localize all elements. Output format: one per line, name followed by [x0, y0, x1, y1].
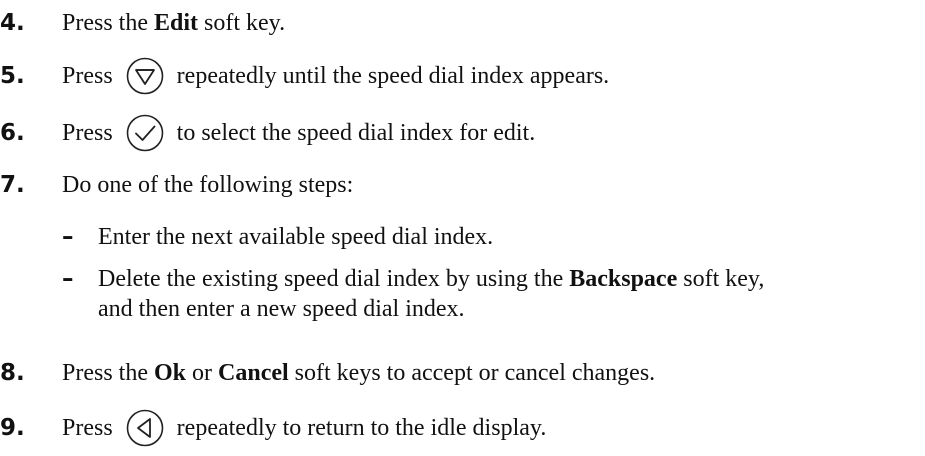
step-text-post: repeatedly until the speed dial index ap… [176, 62, 610, 89]
step-text-mid: or [186, 359, 219, 386]
step-number: 8. [0, 360, 25, 386]
step-text-post: soft key. [198, 9, 286, 36]
dash-bullet: – [62, 224, 74, 250]
substep-text-line2: and then enter a new speed dial index. [98, 296, 465, 322]
backspace-soft-key-label: Backspace [569, 266, 678, 292]
step-text-post: soft keys to accept or cancel changes. [288, 359, 656, 386]
dash-bullet: – [62, 266, 74, 292]
instruction-document: 4. Press the Edit soft key. 5. Press rep… [0, 0, 925, 456]
step-text-pre: Press [62, 119, 113, 146]
step-number: 5. [0, 63, 25, 89]
step-5: 5. Press repeatedly until the speed dial… [0, 56, 609, 96]
step-text-pre: Press the [62, 359, 154, 386]
ok-soft-key-label: Ok [154, 359, 187, 386]
step-text: Do one of the following steps: [62, 171, 354, 198]
step-9: 9. Press repeatedly to return to the idl… [0, 408, 546, 448]
left-arrow-button-icon [123, 408, 167, 448]
substep-text-pre: Delete the existing speed dial index by … [98, 266, 570, 292]
step-text-post: to select the speed dial index for edit. [176, 119, 536, 146]
step-number: 7. [0, 172, 25, 198]
step-text-pre: Press the [62, 9, 154, 36]
step-number: 6. [0, 120, 25, 146]
step-text-pre: Press [62, 62, 113, 89]
substep-text: Enter the next available speed dial inde… [98, 224, 494, 250]
step-text-post: repeatedly to return to the idle display… [176, 414, 547, 441]
step-8: 8. Press the Ok or Cancel soft keys to a… [0, 353, 655, 393]
step-text: Press the Edit soft key. [62, 10, 285, 37]
select-check-button-icon [123, 113, 167, 153]
substep-text: Delete the existing speed dial index by … [98, 264, 764, 324]
step-number: 4. [0, 10, 25, 36]
step-6: 6. Press to select the speed dial index … [0, 113, 535, 153]
step-4: 4. Press the Edit soft key. [0, 3, 285, 43]
down-arrow-button-icon [123, 56, 167, 96]
substep-1: – Enter the next available speed dial in… [62, 222, 493, 252]
cancel-soft-key-label: Cancel [218, 359, 289, 386]
step-number: 9. [0, 415, 25, 441]
step-7: 7. Do one of the following steps: [0, 165, 353, 205]
substep-2: – Delete the existing speed dial index b… [62, 264, 764, 324]
step-text: Press the Ok or Cancel soft keys to acce… [62, 360, 655, 387]
step-text-pre: Press [62, 414, 113, 441]
substep-text-post: soft key, [677, 266, 765, 292]
edit-soft-key-label: Edit [154, 9, 199, 36]
